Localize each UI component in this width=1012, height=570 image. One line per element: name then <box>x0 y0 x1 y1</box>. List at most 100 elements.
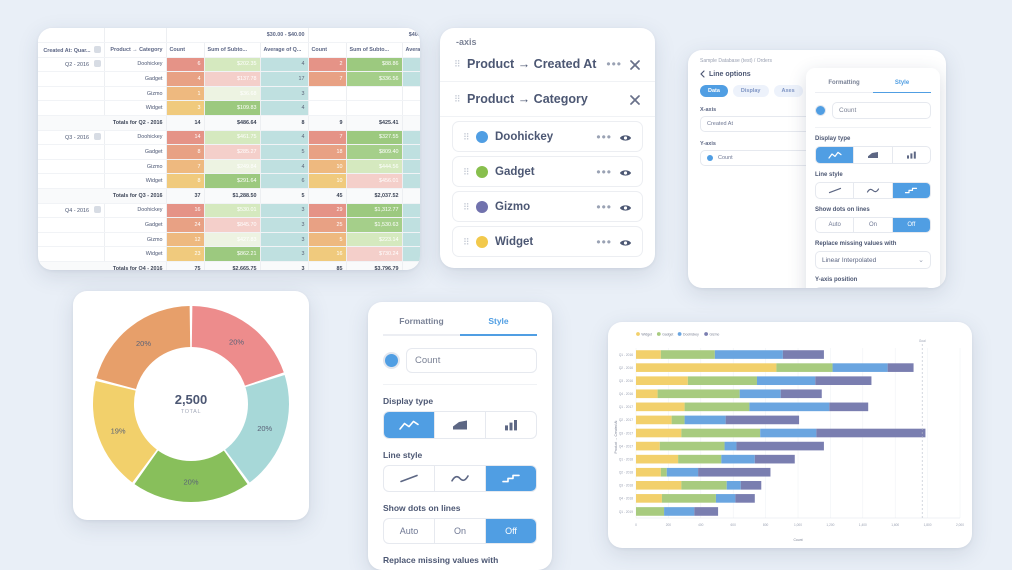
table-row[interactable]: Gadget8$285.27518$809.405 <box>38 144 420 160</box>
field-group-product-created-at[interactable]: ⠿ Product → Created At ••• <box>440 47 655 82</box>
series-item-gizmo[interactable]: ⠿ Gizmo ••• <box>452 191 643 222</box>
series-item-widget[interactable]: ⠿ Widget ••• <box>452 226 643 257</box>
pill-display[interactable]: Display <box>732 85 769 97</box>
series-color-swatch[interactable] <box>815 105 826 116</box>
table-cell[interactable]: 4 <box>260 57 309 73</box>
table-cell[interactable]: 4 <box>260 159 309 175</box>
table-cell[interactable]: 14 <box>166 130 205 146</box>
table-cell[interactable]: 3 <box>402 217 420 233</box>
table-row[interactable]: Gizmo12$427.8335$223.143 <box>38 232 420 248</box>
legend-label[interactable]: Doohickey <box>683 333 699 337</box>
line-style-curve-option[interactable] <box>854 183 893 198</box>
table-cell[interactable]: 5 <box>402 159 420 175</box>
table-row[interactable]: Totals for Q3 - 2016 37 $1,288.50 5 45 $2,037… <box>38 188 420 204</box>
table-cell[interactable]: $461.75 <box>204 130 261 146</box>
table-cell[interactable]: 4 <box>260 130 309 146</box>
series-name-input[interactable]: Count <box>832 102 931 119</box>
bar-segment[interactable] <box>726 480 741 490</box>
show-dots-off-option[interactable]: Off <box>486 519 536 543</box>
bar-segment[interactable] <box>636 480 682 490</box>
show-dots-on-option[interactable]: On <box>854 218 893 232</box>
tab-formatting[interactable]: Formatting <box>815 76 873 93</box>
table-cell[interactable] <box>308 100 347 117</box>
donut-slice[interactable] <box>134 450 248 502</box>
donut-chart[interactable]: 2,500 TOTAL 20% 20% 20% 19% 20% <box>73 291 309 520</box>
table-cell[interactable]: $530.01 <box>204 203 261 219</box>
visibility-eye-icon[interactable] <box>619 130 632 143</box>
bar-segment[interactable] <box>760 428 817 438</box>
display-type-area-option[interactable] <box>435 412 486 438</box>
measure-header-2[interactable]: Average of Q... <box>260 42 309 58</box>
table-cell[interactable]: 8 <box>260 115 309 131</box>
table-cell[interactable]: 10 <box>308 173 347 190</box>
bar-segment[interactable] <box>721 454 755 464</box>
table-cell[interactable]: 16 <box>308 246 347 262</box>
breadcrumb[interactable]: Sample Database (test) / Orders <box>688 50 946 68</box>
bar-segment[interactable] <box>829 402 869 412</box>
table-cell[interactable]: 8 <box>166 144 205 160</box>
series-color-swatch[interactable] <box>383 352 400 369</box>
display-type-bar-option[interactable] <box>893 147 930 163</box>
bar-segment[interactable] <box>816 428 926 438</box>
table-cell[interactable]: 4 <box>402 173 420 190</box>
table-cell[interactable]: $202.35 <box>204 57 261 73</box>
bar-segment[interactable] <box>694 507 719 516</box>
table-cell[interactable]: 3 <box>166 100 205 117</box>
bar-segment[interactable] <box>636 350 661 359</box>
table-cell[interactable]: $327.55 <box>346 130 403 146</box>
table-row[interactable]: Q4 - 2016 Doohickey 16 $530.01 3 29 $1,312.77… <box>38 203 420 219</box>
pivot-table[interactable]: $30.00 - $40.00 $40.00 - $50.00 Created … <box>38 28 420 270</box>
table-cell[interactable]: 3 <box>260 261 309 270</box>
bar-segment[interactable] <box>636 389 658 399</box>
line-style-linear-option[interactable] <box>384 466 435 491</box>
bar-segment[interactable] <box>636 428 682 438</box>
table-row[interactable]: Gadget4$137.78177$336.564 <box>38 71 420 87</box>
table-cell[interactable]: $1,312.77 <box>346 203 403 219</box>
drag-handle-icon[interactable]: ⠿ <box>463 167 470 176</box>
collapse-chip-icon[interactable] <box>93 206 101 214</box>
bar-segment[interactable] <box>756 376 816 386</box>
table-cell[interactable]: 3 <box>402 232 420 248</box>
table-cell[interactable]: 5 <box>402 188 420 204</box>
measure-header-1[interactable]: Sum of Subto... <box>204 42 261 58</box>
table-cell[interactable]: $137.78 <box>204 71 261 87</box>
table-cell[interactable]: 45 <box>308 188 347 204</box>
table-cell[interactable] <box>402 100 420 117</box>
ellipsis-icon[interactable]: ••• <box>596 131 612 143</box>
table-cell[interactable]: 3 <box>260 203 309 219</box>
table-cell[interactable]: $456.01 <box>346 173 403 190</box>
table-cell[interactable]: $427.83 <box>204 232 261 248</box>
table-cell[interactable]: 85 <box>308 261 347 270</box>
table-row[interactable]: Widget8$291.64610$456.014 <box>38 173 420 190</box>
table-cell[interactable]: $862.21 <box>204 246 261 262</box>
bar-segment[interactable] <box>666 467 699 477</box>
bar-segment[interactable] <box>661 494 716 503</box>
table-cell[interactable] <box>346 86 403 102</box>
table-cell[interactable]: $1,288.50 <box>204 188 261 204</box>
drag-handle-icon[interactable]: ⠿ <box>454 95 461 104</box>
bar-segment[interactable] <box>736 441 824 451</box>
table-row[interactable]: Widget23$862.21316$730.242 <box>38 246 420 262</box>
measure-header-4[interactable]: Sum of Subto... <box>346 42 403 58</box>
bar-segment[interactable] <box>715 494 736 503</box>
table-cell[interactable]: 7 <box>308 71 347 87</box>
table-cell[interactable]: 4 <box>402 71 420 87</box>
table-cell[interactable]: 75 <box>166 261 205 270</box>
bar-segment[interactable] <box>724 441 737 451</box>
bar-segment[interactable] <box>714 350 783 359</box>
table-row[interactable]: Gizmo7$249.84410$444.565 <box>38 159 420 175</box>
table-cell[interactable]: 3 <box>402 261 420 270</box>
table-cell[interactable]: 5 <box>308 232 347 248</box>
bar-segment[interactable] <box>754 454 795 464</box>
legend-swatch[interactable] <box>656 332 661 336</box>
table-row[interactable]: Gadget24$845.70325$1,530.633 <box>38 217 420 233</box>
table-cell[interactable]: 2 <box>402 246 420 262</box>
bar-segment[interactable] <box>664 507 695 516</box>
drag-handle-icon[interactable]: ⠿ <box>463 237 470 246</box>
table-cell[interactable]: 1 <box>166 86 205 102</box>
table-cell[interactable]: 3 <box>260 246 309 262</box>
table-cell[interactable]: 3 <box>260 86 309 102</box>
display-type-line-option[interactable] <box>816 147 855 163</box>
drag-handle-icon[interactable]: ⠿ <box>463 132 470 141</box>
drag-handle-icon[interactable]: ⠿ <box>454 60 461 69</box>
